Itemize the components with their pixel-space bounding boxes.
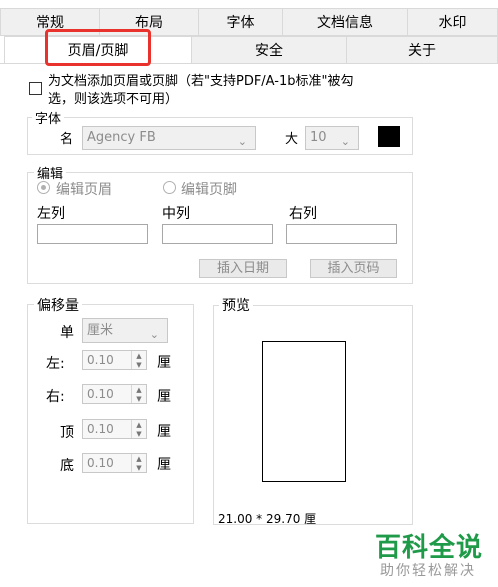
arrow-down-icon[interactable]: ▼ <box>132 360 146 369</box>
checkbox-label: 为文档添加页眉或页脚（若"支持PDF/A-1b标准"被勾 选，则该选项不可用） <box>48 74 354 107</box>
stepper-arrows[interactable]: ▲ ▼ <box>131 385 146 403</box>
font-group-title: 字体 <box>32 108 65 127</box>
tab-watermark[interactable]: 水印 <box>407 8 498 36</box>
edit-header-label: 编辑页眉 <box>56 182 112 198</box>
chevron-down-icon: ⌄ <box>340 135 350 148</box>
arrow-up-icon[interactable]: ▲ <box>132 351 146 360</box>
left-offset-label: 左: <box>46 356 65 372</box>
arrow-up-icon[interactable]: ▲ <box>132 385 146 394</box>
tab-document-info[interactable]: 文档信息 <box>282 8 408 36</box>
site-watermark-subtitle: 助你轻松解决 <box>380 563 476 579</box>
font-color-swatch[interactable] <box>378 126 400 147</box>
arrow-down-icon[interactable]: ▼ <box>132 463 146 472</box>
font-size-select[interactable]: 10 ⌄ <box>305 126 359 150</box>
top-offset-label: 顶 <box>60 425 74 441</box>
arrow-down-icon[interactable]: ▼ <box>132 394 146 403</box>
edit-footer-radio[interactable] <box>163 181 176 194</box>
edit-footer-label: 编辑页脚 <box>181 182 237 198</box>
edit-header-radio[interactable] <box>37 181 50 194</box>
middle-column-label: 中列 <box>162 206 190 222</box>
left-column-input[interactable] <box>37 224 148 244</box>
right-offset-stepper[interactable]: 0.10 ▲ ▼ <box>82 384 147 404</box>
site-watermark-title: 百科全说 <box>375 533 484 563</box>
chevron-down-icon: ⌄ <box>237 135 247 148</box>
highlight-box <box>45 29 151 66</box>
page-size-text: 21.00 * 29.70 厘 <box>218 512 317 526</box>
preview-group-title: 预览 <box>219 295 253 315</box>
font-name-select[interactable]: Agency FB ⌄ <box>82 126 256 150</box>
arrow-up-icon[interactable]: ▲ <box>132 420 146 429</box>
right-offset-label: 右: <box>46 389 65 405</box>
arrow-up-icon[interactable]: ▲ <box>132 454 146 463</box>
font-name-label: 名 <box>60 132 74 147</box>
bottom-offset-stepper[interactable]: 0.10 ▲ ▼ <box>82 453 147 473</box>
tab-about[interactable]: 关于 <box>346 36 498 64</box>
tab-font[interactable]: 字体 <box>198 8 283 36</box>
unit-label: 单 <box>60 325 74 341</box>
add-header-footer-checkbox[interactable] <box>29 82 42 95</box>
left-offset-stepper[interactable]: 0.10 ▲ ▼ <box>82 350 147 370</box>
offset-group-title: 偏移量 <box>34 295 82 315</box>
insert-date-button[interactable]: 插入日期 <box>199 259 287 278</box>
stepper-arrows[interactable]: ▲ ▼ <box>131 420 146 438</box>
right-column-input[interactable] <box>286 224 397 244</box>
middle-column-input[interactable] <box>162 224 273 244</box>
insert-page-number-button[interactable]: 插入页码 <box>310 259 397 278</box>
top-offset-unit: 厘 <box>157 424 171 440</box>
right-offset-unit: 厘 <box>157 389 171 405</box>
arrow-down-icon[interactable]: ▼ <box>132 429 146 438</box>
page-preview <box>262 341 346 482</box>
font-size-label: 大 <box>285 132 299 147</box>
tab-security[interactable]: 安全 <box>191 36 347 64</box>
left-offset-unit: 厘 <box>157 355 171 371</box>
bottom-offset-unit: 厘 <box>157 457 171 473</box>
stepper-arrows[interactable]: ▲ ▼ <box>131 351 146 369</box>
top-offset-stepper[interactable]: 0.10 ▲ ▼ <box>82 419 147 439</box>
chevron-down-icon: ⌄ <box>149 328 159 341</box>
unit-select[interactable]: 厘米 ⌄ <box>82 318 168 343</box>
left-column-label: 左列 <box>37 206 65 222</box>
bottom-offset-label: 底 <box>60 458 74 474</box>
right-column-label: 右列 <box>289 206 317 222</box>
stepper-arrows[interactable]: ▲ ▼ <box>131 454 146 472</box>
